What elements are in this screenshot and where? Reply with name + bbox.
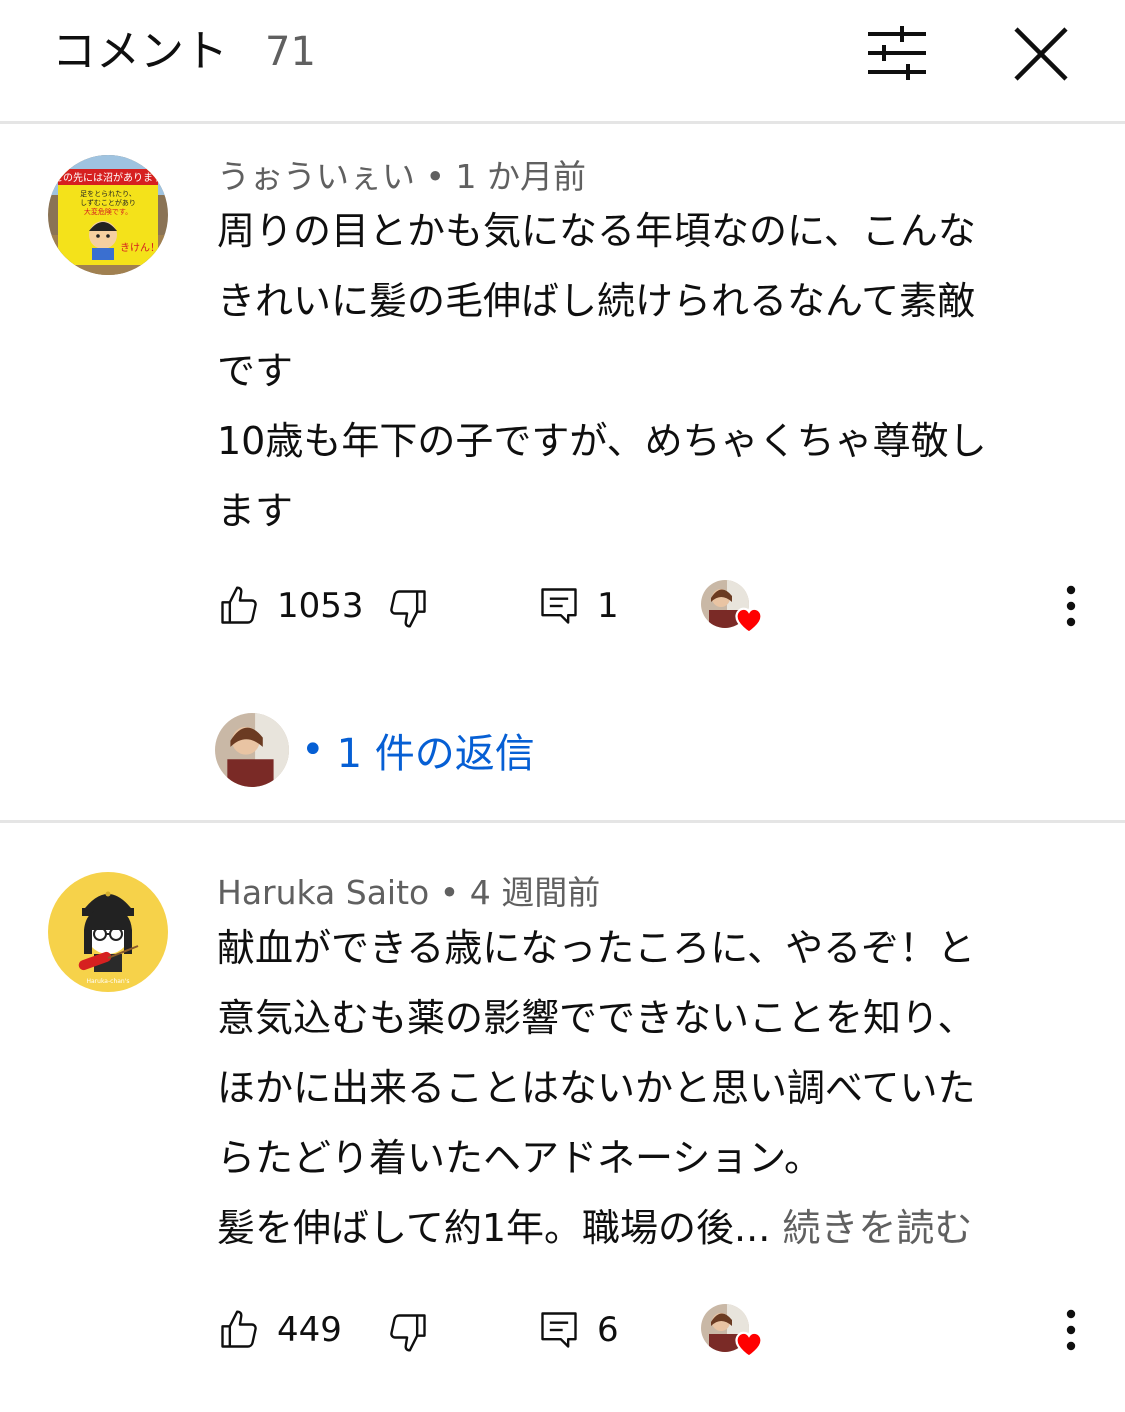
avatar-sign-line: しずむことがあり: [80, 198, 136, 207]
comment-line: です: [217, 349, 294, 393]
like-button[interactable]: 449: [217, 1306, 342, 1354]
header-title: コメント: [52, 26, 228, 77]
comment-icon: [541, 588, 577, 624]
comment-line: 髪を伸ばして約1年。職場の後...: [217, 1206, 771, 1250]
reply-count: 6: [597, 1310, 619, 1350]
comment-line: らたどり着いたヘアドネーション。: [217, 1136, 822, 1180]
tune-icon[interactable]: [862, 20, 932, 86]
header-divider: [0, 121, 1125, 124]
thumb-up-icon: [221, 586, 257, 624]
creator-heart-icon: [734, 606, 764, 634]
comment-line: 10歳も年下の子ですが、めちゃくちゃ尊敬し: [217, 419, 987, 463]
view-replies-button[interactable]: • 1 件の返信: [215, 712, 535, 788]
comment-line: 献血ができる歳になったころに、やるぞ！と: [217, 926, 976, 970]
thumb-up-icon: [221, 1310, 257, 1348]
comment-time[interactable]: 4 週間前: [470, 873, 601, 912]
comment-count: 71: [265, 29, 316, 75]
reply-button[interactable]: 1: [537, 582, 619, 630]
avatar[interactable]: Haruka-chan's: [48, 872, 168, 992]
comment-icon: [541, 1312, 577, 1348]
comment-line: きれいに髪の毛伸ばし続けられるなんて素敵: [217, 279, 976, 323]
comment-divider: [0, 820, 1125, 823]
avatar-sign-line: 足をとられたり、: [80, 190, 136, 198]
like-count: 1053: [277, 586, 364, 626]
view-replies-label: 1 件の返信: [336, 731, 535, 777]
dislike-button[interactable]: [386, 584, 430, 632]
comment-text: 献血ができる歳になったころに、やるぞ！と 意気込むも薬の影響でできないことを知り…: [217, 913, 1077, 1263]
avatar-sign-warning: きけん！: [120, 242, 160, 254]
comment-author[interactable]: うぉういぇい: [217, 157, 415, 196]
avatar-caption: Haruka-chan's: [86, 978, 129, 985]
avatar-sign-line: 大変危険です。: [84, 207, 132, 216]
avatar[interactable]: この先には沼があります 足をとられたり、 しずむことがあり 大変危険です。 きけ…: [48, 155, 168, 275]
comment-line: 意気込むも薬の影響でできないことを知り、: [217, 996, 976, 1040]
more-vert-icon[interactable]: [1056, 1300, 1086, 1360]
avatar-sign-banner: この先には沼があります: [53, 171, 163, 184]
like-count: 449: [277, 1310, 342, 1350]
comments-header: コメント 71: [0, 0, 1125, 121]
like-button[interactable]: 1053: [217, 582, 364, 630]
comment-meta: うぉういぇい • 1 か月前: [217, 157, 586, 196]
dislike-button[interactable]: [386, 1308, 430, 1356]
thumb-down-icon: [390, 1314, 426, 1352]
read-more-link[interactable]: 続きを読む: [782, 1206, 972, 1250]
comment-line: 周りの目とかも気になる年頃なのに、こんな: [217, 209, 976, 253]
creator-heart-icon: [734, 1330, 764, 1358]
reply-button[interactable]: 6: [537, 1306, 619, 1354]
thumb-down-icon: [390, 590, 426, 628]
reply-avatar: [215, 713, 289, 787]
comment-text: 周りの目とかも気になる年頃なのに、こんな きれいに髪の毛伸ばし続けられるなんて素…: [217, 196, 1077, 546]
comment-author[interactable]: Haruka Saito: [217, 873, 429, 912]
comment-line: ます: [217, 489, 294, 533]
comment-time[interactable]: 1 か月前: [455, 157, 586, 196]
reply-count: 1: [597, 586, 619, 626]
comment-line: ほかに出来ることはないかと思い調べていた: [217, 1066, 976, 1110]
comment-meta: Haruka Saito • 4 週間前: [217, 873, 601, 912]
close-icon[interactable]: [1005, 18, 1077, 90]
more-vert-icon[interactable]: [1056, 576, 1086, 636]
